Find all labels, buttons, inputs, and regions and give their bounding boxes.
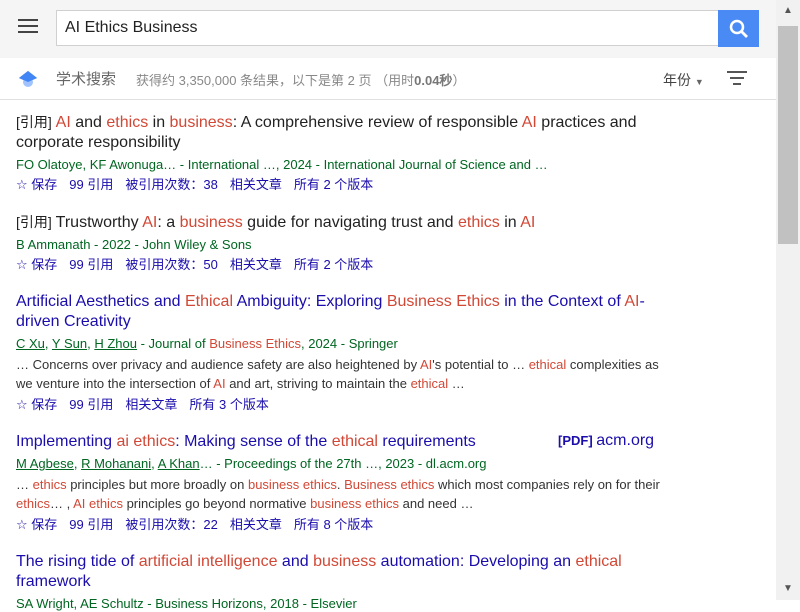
caret-down-icon: ▼ [694, 77, 704, 87]
action-link[interactable]: 99 引用 [69, 517, 113, 532]
result-authors: M Agbese, R Mohanani, A Khan… - Proceedi… [16, 456, 487, 471]
menu-icon[interactable] [18, 19, 38, 35]
action-link[interactable]: 所有 8 个版本 [294, 517, 373, 532]
scroll-down-icon[interactable]: ▼ [776, 578, 800, 598]
result-actions: ☆ 保存 99 引用 被引用次数：38 相关文章 所有 2 个版本 [16, 177, 666, 193]
pdf-link[interactable]: [PDF] acm.org [558, 432, 654, 450]
author-link[interactable]: H Zhou [94, 336, 137, 351]
action-link[interactable]: 相关文章 [125, 397, 177, 412]
action-link[interactable]: ☆ 保存 [16, 517, 57, 532]
result-item: [引用] Trustworthy AI: a business guide fo… [16, 212, 666, 273]
result-actions: ☆ 保存 99 引用 被引用次数：22 相关文章 所有 8 个版本 [16, 517, 666, 533]
action-link[interactable]: 相关文章 [230, 177, 282, 192]
action-link[interactable]: 被引用次数：22 [125, 517, 217, 532]
year-dropdown[interactable]: 年份 ▼ [663, 70, 704, 90]
result-title-link[interactable]: Implementing ai ethics: Making sense of … [16, 433, 476, 450]
result-title[interactable]: Artificial Aesthetics and Ethical Ambigu… [16, 292, 666, 332]
action-link[interactable]: 所有 2 个版本 [294, 257, 373, 272]
result-title-link[interactable]: Artificial Aesthetics and Ethical Ambigu… [16, 293, 645, 330]
result-item: Artificial Aesthetics and Ethical Ambigu… [16, 292, 666, 413]
action-link[interactable]: ☆ 保存 [16, 257, 57, 272]
scroll-up-icon[interactable]: ▲ [776, 0, 800, 20]
top-bar [0, 0, 776, 58]
author-link[interactable]: A Khan [158, 456, 200, 471]
search-input[interactable] [57, 11, 705, 45]
result-item: The rising tide of artificial intelligen… [16, 552, 666, 612]
scholar-logo-icon [19, 71, 37, 87]
action-link[interactable]: 所有 2 个版本 [294, 177, 373, 192]
scholar-title[interactable]: 学术搜索 [56, 68, 116, 89]
action-link[interactable]: 相关文章 [230, 517, 282, 532]
result-authors: FO Olatoye, KF Awonuga… - International … [16, 157, 548, 172]
result-item: Implementing ai ethics: Making sense of … [16, 432, 666, 533]
sub-bar: 学术搜索 获得约 3,350,000 条结果，以下是第 2 页 （用时0.04秒… [0, 58, 776, 100]
result-authors: B Ammanath - 2022 - John Wiley & Sons [16, 237, 252, 252]
result-title-link[interactable]: The rising tide of artificial intelligen… [16, 553, 622, 590]
search-box[interactable] [56, 10, 718, 46]
scrollbar[interactable]: ▲ ▼ [776, 0, 800, 600]
action-link[interactable]: 99 引用 [69, 397, 113, 412]
action-link[interactable]: 相关文章 [230, 257, 282, 272]
search-icon [729, 19, 748, 38]
result-title[interactable]: [引用] Trustworthy AI: a business guide fo… [16, 212, 666, 233]
author-link[interactable]: M Agbese [16, 456, 74, 471]
action-link[interactable]: 被引用次数：38 [125, 177, 217, 192]
author-link[interactable]: R Mohanani [81, 456, 151, 471]
result-snippet: … Concerns over privacy and audience saf… [16, 357, 659, 391]
author-link[interactable]: C Xu [16, 336, 45, 351]
result-item: [引用] AI and ethics in business: A compre… [16, 112, 666, 193]
action-link[interactable]: 99 引用 [69, 257, 113, 272]
action-link[interactable]: 被引用次数：50 [125, 257, 217, 272]
result-authors: SA Wright, AE Schultz - Business Horizon… [16, 596, 357, 611]
author-link[interactable]: Y Sun [52, 336, 87, 351]
result-snippet: … ethics principles but more broadly on … [16, 477, 660, 511]
action-link[interactable]: 99 引用 [69, 177, 113, 192]
result-stats: 获得约 3,350,000 条结果，以下是第 2 页 （用时0.04秒） [136, 73, 466, 88]
filter-icon[interactable] [727, 71, 747, 87]
result-title[interactable]: The rising tide of artificial intelligen… [16, 552, 666, 592]
scroll-thumb[interactable] [778, 26, 798, 244]
result-authors: C Xu, Y Sun, H Zhou - Journal of Busines… [16, 336, 398, 351]
action-link[interactable]: 所有 3 个版本 [189, 397, 268, 412]
action-link[interactable]: ☆ 保存 [16, 177, 57, 192]
result-actions: ☆ 保存 99 引用 被引用次数：50 相关文章 所有 2 个版本 [16, 257, 666, 273]
action-link[interactable]: ☆ 保存 [16, 397, 57, 412]
citation-tag: [引用] [16, 214, 56, 230]
citation-tag: [引用] [16, 114, 56, 130]
search-button[interactable] [718, 10, 759, 47]
result-title[interactable]: [引用] AI and ethics in business: A compre… [16, 112, 666, 153]
search-time: 0.04秒 [414, 73, 453, 88]
result-actions: ☆ 保存 99 引用 相关文章 所有 3 个版本 [16, 397, 666, 413]
